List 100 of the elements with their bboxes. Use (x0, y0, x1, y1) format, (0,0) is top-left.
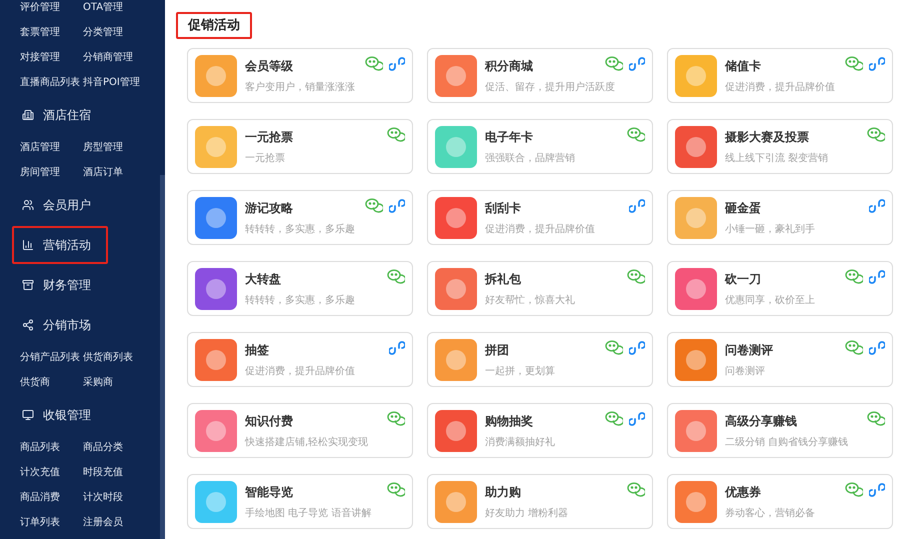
sidebar-link[interactable]: 时段充值 (83, 465, 160, 480)
activity-card[interactable]: 抽签 促进消费，提升品牌价值 (187, 332, 413, 387)
card-title: 优惠券 (725, 484, 761, 500)
link-icon[interactable] (629, 411, 645, 427)
sidebar-section[interactable]: 财务管理 (12, 266, 108, 304)
chat-bubbles-icon[interactable] (605, 340, 623, 356)
chat-bubbles-icon[interactable] (627, 127, 645, 143)
card-description: 一起拼，更划算 (485, 364, 555, 378)
card-description: 小锤一砸，豪礼到手 (725, 222, 815, 236)
activity-card[interactable]: 摄影大赛及投票 线上线下引流 裂变营销 (667, 119, 893, 174)
sidebar-link[interactable]: 分销商管理 (83, 50, 160, 65)
card-description: 好友助力 增粉利器 (485, 506, 568, 520)
sidebar-link[interactable]: 房间管理 (20, 165, 83, 180)
sidebar-section[interactable]: 营销活动 (12, 226, 108, 264)
activity-card[interactable]: 砸金蛋 小锤一砸，豪礼到手 (667, 190, 893, 245)
card-title: 高级分享赚钱 (725, 412, 797, 430)
card-description: 二级分销 自购省钱分享赚钱 (725, 436, 848, 450)
sidebar-link[interactable]: 计次充值 (20, 465, 83, 480)
link-icon[interactable] (869, 482, 885, 498)
activity-card[interactable]: 会员等级 客户变用户，销量涨涨涨 (187, 48, 413, 103)
chat-bubbles-icon[interactable] (867, 411, 885, 427)
sidebar-link[interactable]: 分类管理 (83, 25, 160, 40)
card-description: 快速搭建店铺,轻松实现变现 (245, 436, 368, 450)
sidebar-link[interactable]: 供货商 (20, 375, 83, 390)
activity-card[interactable]: 刮刮卡 促进消费，提升品牌价值 (427, 190, 653, 245)
sidebar-link[interactable]: 直播商品列表 (20, 75, 83, 90)
activity-card[interactable]: 积分商城 促活、留存，提升用户活跃度 (427, 48, 653, 103)
chat-bubbles-icon[interactable] (387, 411, 405, 427)
activity-card[interactable]: 储值卡 促进消费，提升品牌价值 (667, 48, 893, 103)
card-description: 促进消费，提升品牌价值 (485, 222, 595, 236)
activity-card[interactable]: 拆礼包 好友帮忙，惊喜大礼 (427, 261, 653, 316)
link-icon[interactable] (389, 198, 405, 214)
sidebar-link[interactable]: 酒店订单 (83, 165, 160, 180)
link-icon[interactable] (869, 340, 885, 356)
activity-card[interactable]: 高级分享赚钱 二级分销 自购省钱分享赚钱 (667, 403, 893, 458)
card-title: 智能导览 (245, 484, 293, 500)
activity-card[interactable]: 砍一刀 优惠同享，砍价至上 (667, 261, 893, 316)
link-icon[interactable] (869, 56, 885, 72)
card-description: 促进消费，提升品牌价值 (245, 364, 355, 378)
activity-card[interactable]: 大转盘 转转转，多实惠，多乐趣 (187, 261, 413, 316)
sidebar-link[interactable]: 商品分类 (83, 440, 160, 455)
link-icon[interactable] (629, 198, 645, 214)
link-icon[interactable] (629, 340, 645, 356)
sidebar-link[interactable]: 对接管理 (20, 50, 83, 65)
sidebar-link[interactable]: 房型管理 (83, 140, 160, 155)
chat-bubbles-icon[interactable] (867, 127, 885, 143)
sidebar-link[interactable]: 评价管理 (20, 0, 83, 15)
section-label: 会员用户 (43, 197, 91, 214)
link-icon[interactable] (869, 198, 885, 214)
chat-bubbles-icon[interactable] (627, 269, 645, 285)
sidebar-link[interactable]: 商品列表 (20, 440, 83, 455)
activity-card[interactable]: 游记攻略 转转转，多实惠，多乐趣 (187, 190, 413, 245)
activity-card[interactable]: 优惠券 券动客心，营销必备 (667, 474, 893, 529)
scrollbar-thumb[interactable] (160, 175, 165, 539)
activity-card[interactable]: 购物抽奖 消费满额抽好礼 (427, 403, 653, 458)
chat-bubbles-icon[interactable] (845, 269, 863, 285)
chat-bubbles-icon[interactable] (365, 198, 383, 214)
link-icon[interactable] (629, 56, 645, 72)
sidebar-link[interactable]: OTA管理 (83, 0, 160, 15)
link-icon[interactable] (389, 56, 405, 72)
sidebar-link[interactable]: 抖音POI管理 (83, 75, 160, 90)
activity-card[interactable]: 问卷测评 问卷测评 (667, 332, 893, 387)
card-description: 线上线下引流 裂变营销 (725, 152, 828, 166)
sidebar-link[interactable]: 采购商 (83, 375, 160, 390)
sidebar-link[interactable]: 注册会员 (83, 515, 160, 530)
sidebar-link[interactable]: 订单列表 (20, 515, 83, 530)
card-title: 大转盘 (245, 270, 281, 288)
activity-card[interactable]: 一元抢票 一元抢票 (187, 119, 413, 174)
card-title: 抽签 (245, 342, 269, 358)
card-description: 好友帮忙，惊喜大礼 (485, 294, 575, 308)
activity-card[interactable]: 电子年卡 强强联合，品牌营销 (427, 119, 653, 174)
building-icon (22, 109, 34, 121)
activity-card[interactable]: 智能导览 手绘地图 电子导览 语音讲解 (187, 474, 413, 529)
link-icon[interactable] (389, 340, 405, 356)
sidebar-link[interactable]: 套票管理 (20, 25, 83, 40)
sidebar-link[interactable]: 供货商列表 (83, 350, 160, 365)
chat-bubbles-icon[interactable] (387, 127, 405, 143)
card-title: 积分商城 (485, 58, 533, 74)
chat-bubbles-icon[interactable] (845, 56, 863, 72)
card-title: 游记攻略 (245, 200, 293, 216)
chat-bubbles-icon[interactable] (387, 482, 405, 498)
sidebar-section[interactable]: 酒店住宿 (12, 96, 108, 134)
activity-card[interactable]: 拼团 一起拼，更划算 (427, 332, 653, 387)
chat-bubbles-icon[interactable] (605, 411, 623, 427)
chat-bubbles-icon[interactable] (845, 482, 863, 498)
activity-card[interactable]: 助力购 好友助力 增粉利器 (427, 474, 653, 529)
chat-bubbles-icon[interactable] (387, 269, 405, 285)
sidebar-link[interactable]: 分销产品列表 (20, 350, 83, 365)
sidebar-section[interactable]: 收银管理 (12, 396, 108, 434)
sidebar-section[interactable]: 分销市场 (12, 306, 108, 344)
sidebar-link[interactable]: 商品消费 (20, 490, 83, 505)
sidebar-link[interactable]: 酒店管理 (20, 140, 83, 155)
chat-bubbles-icon[interactable] (605, 56, 623, 72)
chat-bubbles-icon[interactable] (365, 56, 383, 72)
chat-bubbles-icon[interactable] (627, 482, 645, 498)
chat-bubbles-icon[interactable] (845, 340, 863, 356)
activity-card[interactable]: 知识付费 快速搭建店铺,轻松实现变现 (187, 403, 413, 458)
sidebar-link[interactable]: 计次时段 (83, 490, 160, 505)
sidebar-section[interactable]: 会员用户 (12, 186, 108, 224)
link-icon[interactable] (869, 269, 885, 285)
